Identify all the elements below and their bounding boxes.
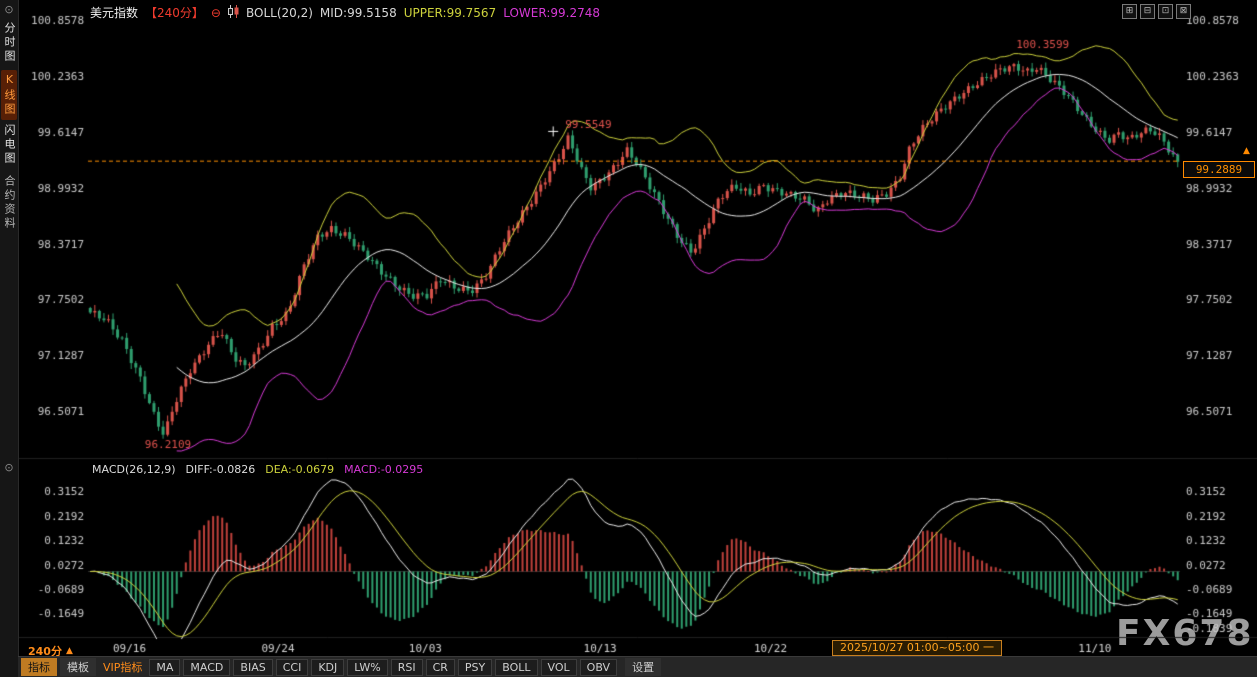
- tab-indicators[interactable]: 指标: [21, 658, 57, 676]
- app-root: { "header": { "symbol": "美元指数", "interva…: [0, 0, 1257, 677]
- crosshair-date-box: 2025/10/27 01:00~05:00 一: [832, 640, 1003, 656]
- btn-obv[interactable]: OBV: [579, 658, 618, 676]
- collapse-minus-icon[interactable]: ⊖: [211, 6, 221, 20]
- collapse-circle-icon[interactable]: ⊙: [3, 4, 15, 16]
- chart-header: 美元指数 【240分】 ⊖ BOLL(20,2) MID:99.5158 UPP…: [90, 4, 600, 21]
- btn-cci[interactable]: CCI: [275, 658, 309, 676]
- last-price-tag: 99.2889: [1183, 161, 1255, 178]
- btn-psy[interactable]: PSY: [457, 658, 493, 676]
- sidebar-item-label: K线图: [3, 73, 16, 117]
- sidebar-item-time-chart[interactable]: 分时图: [1, 19, 17, 67]
- boll-mid-value: MID:99.5158: [319, 5, 397, 20]
- btn-macd[interactable]: MACD: [183, 658, 231, 676]
- layout-1-icon[interactable]: ⊞: [1122, 4, 1137, 19]
- btn-bias[interactable]: BIAS: [233, 658, 273, 676]
- layout-2-icon[interactable]: ⊟: [1140, 4, 1155, 19]
- triangle-up-icon: ▲: [65, 646, 73, 656]
- layout-3-icon[interactable]: ⊡: [1158, 4, 1173, 19]
- macd-header: MACD(26,12,9) DIFF:-0.0826 DEA:-0.0679 M…: [92, 463, 423, 476]
- macd-params: MACD(26,12,9): [92, 463, 176, 476]
- candlestick-icon: [227, 4, 239, 21]
- sidebar-item-lightning-chart[interactable]: 闪电图: [1, 121, 17, 169]
- btn-boll[interactable]: BOLL: [495, 658, 538, 676]
- macd-diff-value: DIFF:-0.0826: [185, 463, 256, 476]
- chart-canvas[interactable]: [0, 0, 1257, 677]
- btn-ma[interactable]: MA: [149, 658, 181, 676]
- indicator-toolbar: 指标 模板 VIP指标 MA MACD BIAS CCI KDJ LW% RSI…: [18, 656, 1257, 677]
- boll-params: BOLL(20,2): [245, 5, 313, 20]
- scroll-to-latest-icon[interactable]: ▲: [1243, 146, 1250, 156]
- btn-settings[interactable]: 设置: [625, 658, 662, 676]
- window-layout-icons: ⊞ ⊟ ⊡ ⊠: [1122, 4, 1191, 19]
- macd-dea-value: DEA:-0.0679: [265, 463, 335, 476]
- vip-indicators[interactable]: VIP指标: [99, 658, 146, 676]
- symbol-name: 美元指数: [90, 6, 139, 20]
- boll-lower-value: LOWER:99.2748: [503, 5, 600, 20]
- macd-macd-value: MACD:-0.0295: [344, 463, 424, 476]
- sidebar-item-contract-info[interactable]: 合约资料: [1, 172, 17, 234]
- sidebar-item-kline-chart[interactable]: K线图: [1, 70, 17, 120]
- btn-vol[interactable]: VOL: [540, 658, 577, 676]
- btn-cr[interactable]: CR: [425, 658, 455, 676]
- collapse-circle-icon[interactable]: ⊙: [3, 462, 15, 474]
- chart-type-sidebar: ⊙ 分时图 K线图 闪电图 合约资料 ⊙: [0, 0, 19, 677]
- sidebar-item-label: 合约资料: [3, 175, 16, 231]
- tab-templates[interactable]: 模板: [60, 658, 96, 676]
- sidebar-item-label: 分时图: [3, 22, 16, 64]
- layout-4-icon[interactable]: ⊠: [1176, 4, 1191, 19]
- btn-rsi[interactable]: RSI: [390, 658, 423, 676]
- btn-lwr[interactable]: LW%: [347, 658, 388, 676]
- boll-upper-value: UPPER:99.7567: [403, 5, 497, 20]
- btn-kdj[interactable]: KDJ: [311, 658, 345, 676]
- interval-tag: 【240分】: [145, 6, 204, 20]
- sidebar-item-label: 闪电图: [3, 124, 16, 166]
